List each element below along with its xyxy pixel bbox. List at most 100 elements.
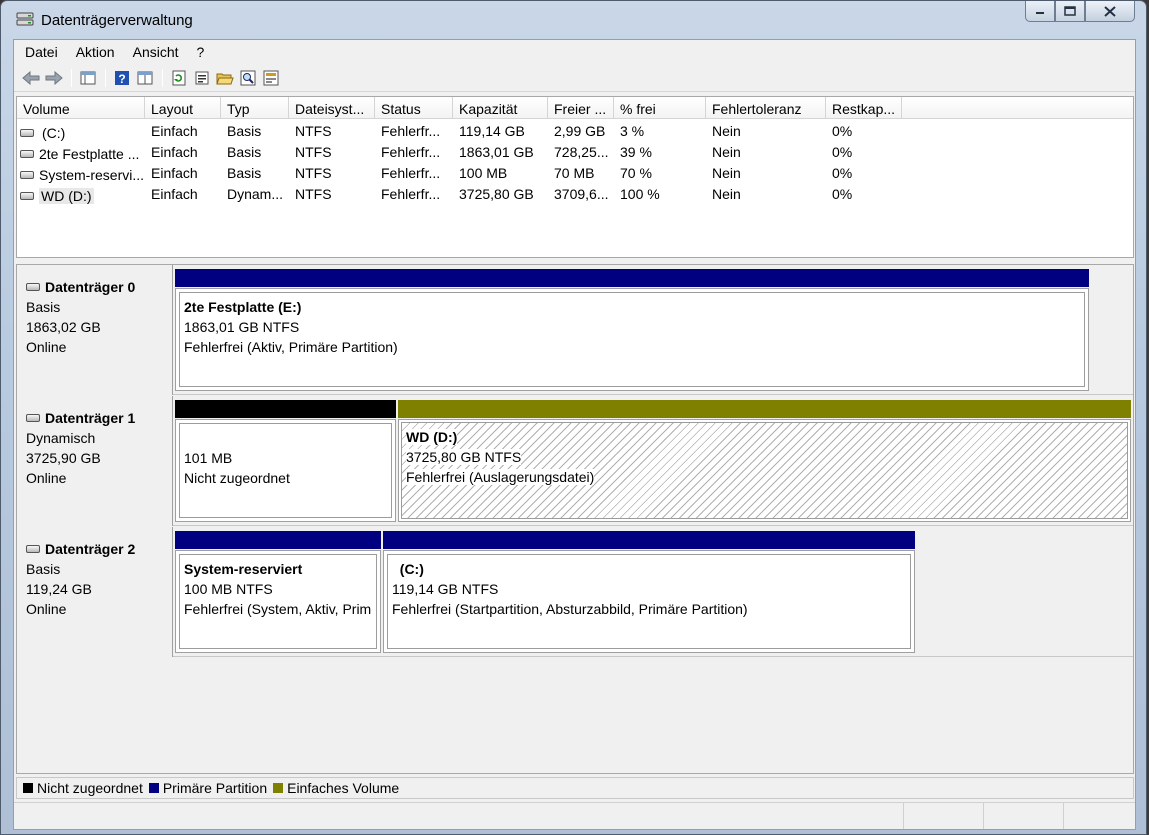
disk-row: Datenträger 2 Basis 119,24 GB Online Sys… [17, 527, 1133, 657]
typ-cell: Basis [227, 123, 262, 139]
disk-state: Online [26, 470, 67, 486]
disk-row: Datenträger 1 Dynamisch 3725,90 GB Onlin… [17, 396, 1133, 526]
partition-status: Fehlerfrei (System, Aktiv, Prim [184, 601, 372, 617]
fault-tolerance-cell: Nein [712, 186, 741, 202]
menu-ansicht[interactable]: Ansicht [122, 44, 186, 60]
volume-row[interactable]: (C:) Einfach Basis NTFS Fehlerfr... 119,… [17, 121, 1133, 142]
percent-free-cell: 3 % [620, 123, 645, 139]
volume-row[interactable]: 2te Festplatte ... Einfach Basis NTFS Fe… [17, 142, 1133, 163]
legend-swatch [273, 783, 284, 793]
partition-size: 101 MB [184, 450, 233, 466]
partition-details: 2te Festplatte (E:) 1863,01 GB NTFS Fehl… [179, 292, 1085, 387]
disk-state: Online [26, 601, 67, 617]
disk-name: Datenträger 0 [45, 279, 136, 295]
legend-label: Primäre Partition [162, 780, 268, 796]
explore-button[interactable] [237, 68, 258, 88]
main-window: Datenträgerverwaltung Datei Aktion Ansic… [0, 0, 1147, 835]
layout-cell: Einfach [151, 165, 198, 181]
menu-aktion[interactable]: Aktion [65, 44, 122, 60]
disk-type: Dynamisch [26, 430, 96, 446]
drive-icon [20, 149, 34, 158]
window-title: Datenträgerverwaltung [41, 12, 193, 29]
close-button[interactable] [1085, 1, 1135, 22]
partition[interactable]: (C:) 119,14 GB NTFS Fehlerfrei (Startpar… [383, 531, 915, 653]
volume-row[interactable]: System-reservi... Einfach Basis NTFS Feh… [17, 163, 1133, 184]
maximize-icon [1064, 6, 1076, 16]
menu-datei[interactable]: Datei [14, 44, 65, 60]
disk-map: Datenträger 0 Basis 1863,02 GB Online 2t… [16, 264, 1134, 774]
console-tree-icon [80, 71, 95, 85]
disk-info[interactable]: Datenträger 2 Basis 119,24 GB Online [17, 527, 173, 657]
refresh-button[interactable] [168, 68, 189, 88]
unallocated-space[interactable]: 101 MB Nicht zugeordnet [175, 400, 396, 522]
disk-type: Basis [26, 299, 61, 315]
partition-box: 101 MB Nicht zugeordnet [175, 419, 396, 522]
status-cell: Fehlerfr... [381, 186, 441, 202]
column-typ[interactable]: Typ [221, 97, 289, 119]
disk-size: 1863,02 GB [26, 319, 101, 335]
legend-label: Nicht zugeordnet [37, 780, 143, 796]
partition[interactable]: 2te Festplatte (E:) 1863,01 GB NTFS Fehl… [175, 269, 1089, 391]
column-layout[interactable]: Layout [145, 97, 221, 119]
overhead-cell: 0% [832, 186, 853, 202]
volume-list[interactable]: Volume Layout Typ Dateisyst... Status Ka… [16, 96, 1134, 258]
back-icon [21, 71, 39, 85]
help-icon: ? [114, 71, 129, 86]
partition-box: 2te Festplatte (E:) 1863,01 GB NTFS Fehl… [175, 288, 1089, 391]
volume-cell: (C:) [17, 121, 145, 142]
free-space-cell: 2,99 GB [554, 123, 606, 139]
explore-icon [240, 70, 255, 86]
column-restkapazitaet[interactable]: Restkap... [826, 97, 902, 119]
disk-info[interactable]: Datenträger 0 Basis 1863,02 GB Online [17, 265, 173, 395]
disk-management-icon [16, 10, 34, 28]
back-button[interactable] [20, 68, 41, 88]
overhead-cell: 0% [832, 123, 853, 139]
partition[interactable]: WD (D:) 3725,80 GB NTFS Fehlerfrei (Ausl… [398, 400, 1131, 522]
maximize-button[interactable] [1055, 1, 1085, 22]
drive-icon [20, 128, 34, 137]
toolbar-separator [71, 69, 72, 87]
layout-cell: Einfach [151, 186, 198, 202]
free-space-cell: 728,25... [554, 144, 609, 160]
properties-view-button[interactable] [134, 68, 155, 88]
percent-free-cell: 39 % [620, 144, 652, 160]
capacity-cell: 119,14 GB [459, 123, 525, 139]
minimize-button[interactable] [1025, 1, 1055, 22]
free-space-cell: 70 MB [554, 165, 595, 181]
forward-icon [45, 71, 63, 85]
column-prozent-frei[interactable]: % frei [614, 97, 706, 119]
status-pane [904, 803, 984, 829]
forward-button[interactable] [43, 68, 64, 88]
console-tree-button[interactable] [77, 68, 98, 88]
open-button[interactable] [214, 68, 235, 88]
partition-color-bar [383, 531, 915, 549]
filesystem-cell: NTFS [295, 123, 332, 139]
partition-title: 2te Festplatte (E:) [184, 299, 302, 315]
client-area: Datei Aktion Ansicht ? ? Volume Layout T… [13, 39, 1136, 830]
column-status[interactable]: Status [375, 97, 453, 119]
layout-cell: Einfach [151, 144, 198, 160]
help-button[interactable]: ? [111, 68, 132, 88]
column-kapazitaet[interactable]: Kapazität [453, 97, 548, 119]
partition[interactable]: System-reserviert 100 MB NTFS Fehlerfrei… [175, 531, 381, 653]
column-freier-speicher[interactable]: Freier ... [548, 97, 614, 119]
volume-row[interactable]: WD (D:) Einfach Dynam... NTFS Fehlerfr..… [17, 184, 1133, 205]
partition-status: Nicht zugeordnet [184, 470, 290, 486]
properties-button[interactable] [191, 68, 212, 88]
column-fehlertoleranz[interactable]: Fehlertoleranz [706, 97, 826, 119]
volume-name: (C:) [42, 124, 66, 141]
toolbar-separator [105, 69, 106, 87]
filesystem-cell: NTFS [295, 144, 332, 160]
disk-info[interactable]: Datenträger 1 Dynamisch 3725,90 GB Onlin… [17, 396, 173, 526]
column-volume[interactable]: Volume [17, 97, 145, 119]
capacity-cell: 1863,01 GB [459, 144, 534, 160]
partition-details: WD (D:) 3725,80 GB NTFS Fehlerfrei (Ausl… [401, 422, 1128, 519]
typ-cell: Basis [227, 144, 262, 160]
menu-help[interactable]: ? [186, 44, 212, 60]
settings-button[interactable] [260, 68, 281, 88]
partition-box: (C:) 119,14 GB NTFS Fehlerfrei (Startpar… [383, 550, 915, 653]
title-bar[interactable]: Datenträgerverwaltung [1, 1, 1146, 39]
volume-list-header: Volume Layout Typ Dateisyst... Status Ka… [17, 97, 1133, 119]
legend-item: Einfaches Volume [273, 780, 399, 796]
column-dateisystem[interactable]: Dateisyst... [289, 97, 375, 119]
